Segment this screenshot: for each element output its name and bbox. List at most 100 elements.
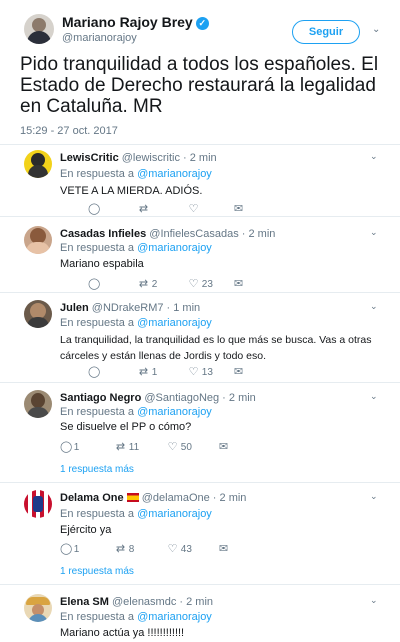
reply-author-meta: @SantiagoNeg · 2 min [144, 392, 256, 404]
reply-button[interactable]: ◯ [88, 202, 101, 215]
dm-button[interactable]: ✉ [218, 440, 229, 453]
verified-badge-icon: ✓ [195, 17, 209, 30]
reply-author[interactable]: Casadas Infieles @InfielesCasadas · 2 mi… [60, 228, 275, 240]
reply-author-meta: @elenasmdc · 2 min [111, 596, 214, 608]
avatar[interactable] [24, 150, 52, 178]
retweet-button[interactable]: ⇄ 11 [115, 440, 139, 453]
reply-author[interactable]: Delama One @delamaOne · 2 min [60, 492, 246, 504]
chevron-down-icon[interactable]: ⌄ [370, 491, 378, 502]
heart-icon: ♡ [167, 543, 178, 555]
like-count: 50 [180, 442, 192, 453]
retweet-button[interactable]: ⇄ 2 [138, 277, 157, 290]
spain-flag-icon [126, 493, 139, 502]
retweet-icon: ⇄ [138, 203, 149, 215]
tweet-timestamp[interactable]: 15:29 - 27 oct. 2017 [20, 125, 118, 137]
divider [0, 482, 400, 483]
author-name-row[interactable]: Mariano Rajoy Brey ✓ [62, 14, 209, 30]
reply-button[interactable]: ◯ 1 [60, 542, 79, 555]
reply-button[interactable]: ◯ [88, 365, 101, 378]
envelope-icon: ✉ [233, 203, 244, 215]
action-bar: ◯ 1 ⇄ 8 ♡ 43 ✉ [60, 542, 240, 556]
avatar[interactable] [24, 300, 52, 328]
author-name[interactable]: Mariano Rajoy Brey [62, 14, 193, 30]
reply-author[interactable]: Santiago Negro @SantiagoNeg · 2 min [60, 392, 256, 404]
reply-author[interactable]: Julen @NDrakeRM7 · 1 min [60, 302, 200, 314]
divider [0, 584, 400, 585]
mention-link[interactable]: @marianorajoy [137, 317, 212, 329]
reply-icon: ◯ [60, 543, 73, 555]
reply-tweet: Casadas Infieles @InfielesCasadas · 2 mi… [0, 222, 400, 292]
heart-icon: ♡ [167, 441, 178, 453]
reply-author[interactable]: LewisCritic @lewiscritic · 2 min [60, 152, 217, 164]
reply-author-meta: @NDrakeRM7 · 1 min [91, 302, 201, 314]
dm-button[interactable]: ✉ [218, 542, 229, 555]
reply-author-name[interactable]: Elena SM [60, 596, 109, 608]
retweet-button[interactable]: ⇄ 8 [115, 542, 134, 555]
in-reply-to-label: En respuesta a [60, 317, 134, 329]
more-replies-link[interactable]: 1 respuesta más [60, 566, 134, 577]
author-handle[interactable]: @marianorajoy [62, 32, 137, 44]
reply-icon: ◯ [88, 278, 101, 290]
reply-author[interactable]: Elena SM @elenasmdc · 2 min [60, 596, 213, 608]
mention-link[interactable]: @marianorajoy [137, 168, 212, 180]
like-count: 13 [201, 367, 213, 378]
chevron-down-icon[interactable]: ⌄ [370, 391, 378, 402]
like-button[interactable]: ♡ 50 [167, 440, 192, 453]
action-bar: ◯ ⇄ 2 ♡ 23 ✉ [60, 277, 243, 291]
avatar[interactable] [24, 490, 52, 518]
author-avatar[interactable] [24, 14, 54, 44]
dm-button[interactable]: ✉ [233, 202, 244, 215]
dm-button[interactable]: ✉ [233, 365, 244, 378]
retweet-icon: ⇄ [138, 278, 149, 290]
reply-author-name[interactable]: Julen [60, 302, 89, 314]
reply-author-name[interactable]: Santiago Negro [60, 392, 141, 404]
like-button[interactable]: ♡ 13 [188, 365, 213, 378]
in-reply-to: En respuesta a @marianorajoy [60, 611, 212, 623]
more-replies-link[interactable]: 1 respuesta más [60, 464, 134, 475]
retweet-button[interactable]: ⇄ [138, 202, 149, 215]
in-reply-to-label: En respuesta a [60, 406, 134, 418]
avatar[interactable] [24, 390, 52, 418]
reply-text: Mariano espabila [60, 258, 144, 270]
reply-button[interactable]: ◯ [88, 277, 101, 290]
in-reply-to-label: En respuesta a [60, 508, 134, 520]
mention-link[interactable]: @marianorajoy [137, 508, 212, 520]
mention-link[interactable]: @marianorajoy [137, 242, 212, 254]
reply-author-name[interactable]: Delama One [60, 492, 124, 504]
in-reply-to-label: En respuesta a [60, 242, 134, 254]
reply-icon: ◯ [88, 366, 101, 378]
reply-author-meta: @InfielesCasadas · 2 min [149, 228, 276, 240]
avatar[interactable] [24, 594, 52, 622]
heart-icon: ♡ [188, 366, 199, 378]
like-button[interactable]: ♡ 43 [167, 542, 192, 555]
like-button[interactable]: ♡ 23 [188, 277, 213, 290]
reply-text: VETE A LA MIERDA. ADIÓS. [60, 185, 203, 197]
chevron-down-icon[interactable]: ⌄ [370, 301, 378, 312]
divider [0, 144, 400, 145]
envelope-icon: ✉ [218, 543, 229, 555]
chevron-down-icon[interactable]: ⌄ [372, 24, 380, 35]
reply-author-name[interactable]: LewisCritic [60, 152, 119, 164]
reply-icon: ◯ [88, 203, 101, 215]
follow-button[interactable]: Seguir [292, 20, 360, 44]
reply-count: 1 [73, 442, 80, 453]
reply-button[interactable]: ◯ 1 [60, 440, 79, 453]
reply-tweet: Santiago Negro @SantiagoNeg · 2 min ⌄ En… [0, 386, 400, 482]
like-count: 43 [180, 544, 192, 555]
like-button[interactable]: ♡ [188, 202, 199, 215]
in-reply-to: En respuesta a @marianorajoy [60, 317, 212, 329]
chevron-down-icon[interactable]: ⌄ [370, 595, 378, 606]
retweet-count: 11 [128, 442, 140, 453]
avatar[interactable] [24, 226, 52, 254]
mention-link[interactable]: @marianorajoy [137, 406, 212, 418]
reply-author-meta: @delamaOne · 2 min [141, 492, 247, 504]
mention-link[interactable]: @marianorajoy [137, 611, 212, 623]
chevron-down-icon[interactable]: ⌄ [370, 151, 378, 162]
retweet-count: 8 [128, 544, 135, 555]
chevron-down-icon[interactable]: ⌄ [370, 227, 378, 238]
reply-tweet: Elena SM @elenasmdc · 2 min ⌄ En respues… [0, 590, 400, 642]
reply-author-name[interactable]: Casadas Infieles [60, 228, 146, 240]
tweet-text: Pido tranquilidad a todos los españoles.… [20, 54, 379, 117]
retweet-button[interactable]: ⇄ 1 [138, 365, 157, 378]
dm-button[interactable]: ✉ [233, 277, 244, 290]
